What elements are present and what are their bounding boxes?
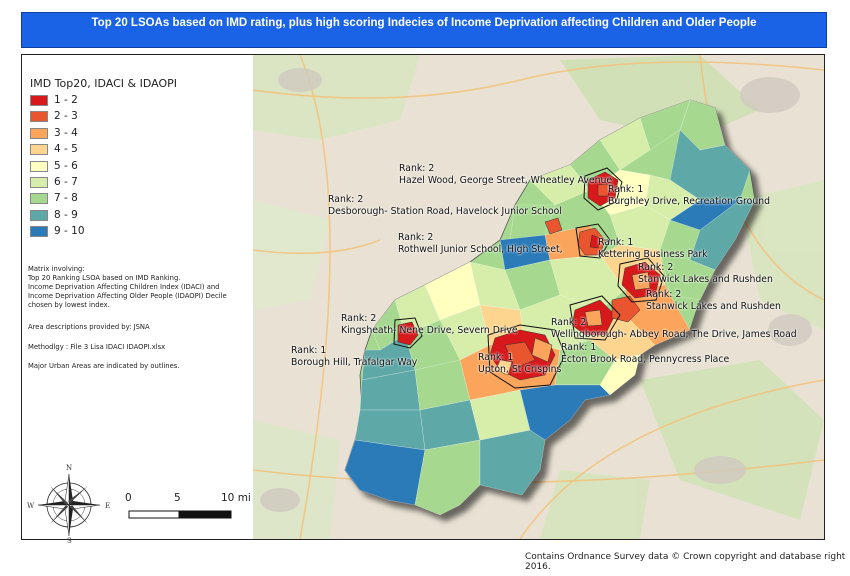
scale-bar [128, 510, 232, 519]
scale-label-0: 0 [125, 492, 132, 504]
legend-swatch [30, 193, 48, 205]
compass-s: S [67, 537, 72, 545]
legend-title: IMD Top20, IDACI & IDAOPI [30, 77, 177, 90]
legend-label: 2 - 3 [54, 110, 78, 123]
map-label-kingsheath: Rank: 2 Kingsheath- Nene Drive, Severn Dr… [341, 313, 518, 336]
legend-label: 6 - 7 [54, 176, 78, 188]
map-label-upton: Rank: 1 Upton, St Crispins [478, 352, 562, 375]
matrix-note: Matrix involving: Top 20 Ranking LSOA ba… [28, 265, 227, 309]
method-note: Methodlgy : File 3 Lisa IDACI IDAOPI.xls… [28, 343, 166, 351]
map-label-wellingborough: Rank: 2 Wellingborough- Abbey Road, The D… [551, 317, 797, 340]
legend-swatch [30, 144, 48, 156]
compass-w: W [27, 502, 35, 510]
map-label-desborough: Rank: 2 Desborough- Station Road, Haveloc… [328, 194, 562, 217]
compass-n: N [66, 464, 73, 472]
scale-label-10: 10 mi [221, 492, 251, 504]
legend-swatch [30, 177, 48, 188]
urban-note: Major Urban Areas are indicated by outli… [28, 362, 180, 370]
scale-label-5: 5 [174, 492, 181, 504]
legend-label: 3 - 4 [54, 126, 78, 139]
map-label-rothwell: Rank: 2 Rothwell Junior School, High Stre… [398, 232, 563, 255]
legend-label: 4 - 5 [54, 143, 78, 156]
map-label-ecton-brook: Rank: 1 Ecton Brook Road, Pennycress Plac… [561, 342, 730, 365]
legend-panel: IMD Top20, IDACI & IDAOPI 1 - 2 2 - 3 3 - … [22, 55, 252, 539]
compass-rose [37, 473, 101, 537]
map-label-kettering: Rank: 1 Kettering Business Park [598, 237, 708, 260]
compass-e: E [105, 502, 111, 510]
legend-swatch [30, 127, 48, 139]
legend-label: 9 - 10 [54, 225, 85, 238]
map-label-burghley-drive: Rank: 1 Burghley Drive, Recreation Ground [608, 184, 771, 207]
map-label-stanwick-2: Rank: 2 Stanwick Lakes and Rushden [646, 289, 781, 312]
map-label-stanwick-1: Rank: 2 Stanwick Lakes and Rushden [638, 262, 773, 285]
legend-swatch [30, 209, 48, 221]
legend-swatch [30, 226, 48, 238]
legend-swatch [30, 95, 48, 106]
copyright-credit: Contains Ordnance Survey data © Crown co… [525, 552, 846, 572]
area-note: Area descriptions provided by: JSNA [28, 323, 150, 331]
map-label-hazel-wood: Rank: 2 Hazel Wood, George Street, Wheatl… [399, 163, 613, 186]
legend-swatch [30, 160, 48, 172]
legend-label: 1 - 2 [54, 94, 78, 106]
legend-label: 5 - 6 [54, 159, 78, 172]
legend-label: 8 - 9 [54, 208, 78, 221]
map-label-borough-hill: Rank: 1 Borough Hill, Trafalgar Way [291, 345, 418, 368]
legend-label: 7 - 8 [54, 192, 78, 205]
legend-swatch [30, 111, 48, 123]
